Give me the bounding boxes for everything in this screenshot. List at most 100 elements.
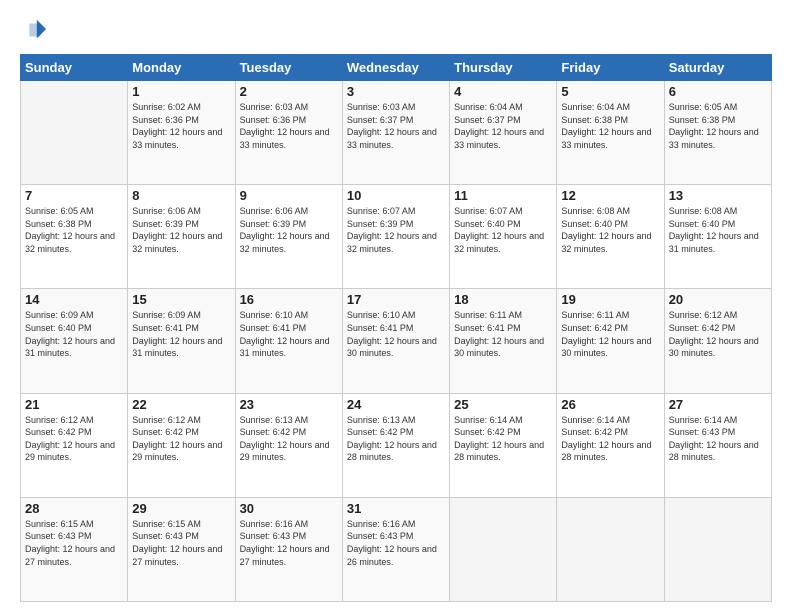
calendar-cell: 21Sunrise: 6:12 AM Sunset: 6:42 PM Dayli… bbox=[21, 393, 128, 497]
weekday-header: Thursday bbox=[450, 55, 557, 81]
day-number: 16 bbox=[240, 292, 338, 307]
calendar-cell: 7 Sunrise: 6:05 AM Sunset: 6:38 PM Daylig… bbox=[21, 185, 128, 289]
page: SundayMondayTuesdayWednesdayThursdayFrid… bbox=[0, 0, 792, 612]
calendar: SundayMondayTuesdayWednesdayThursdayFrid… bbox=[20, 54, 772, 602]
calendar-week-row: 7 Sunrise: 6:05 AM Sunset: 6:38 PM Daylig… bbox=[21, 185, 772, 289]
day-number: 5 bbox=[561, 84, 659, 99]
day-info: Sunrise: 6:14 AM Sunset: 6:43 PM Dayligh… bbox=[669, 414, 767, 464]
calendar-cell bbox=[664, 497, 771, 601]
day-number: 30 bbox=[240, 501, 338, 516]
day-info: Sunrise: 6:14 AM Sunset: 6:42 PM Dayligh… bbox=[454, 414, 552, 464]
day-number: 6 bbox=[669, 84, 767, 99]
day-number: 1 bbox=[132, 84, 230, 99]
day-info: Sunrise: 6:05 AM Sunset: 6:38 PM Dayligh… bbox=[669, 101, 767, 151]
day-info: Sunrise: 6:12 AM Sunset: 6:42 PM Dayligh… bbox=[669, 309, 767, 359]
calendar-cell: 22 Sunrise: 6:12 AM Sunset: 6:42 PM Dayli… bbox=[128, 393, 235, 497]
calendar-cell: 2 Sunrise: 6:03 AM Sunset: 6:36 PM Daylig… bbox=[235, 81, 342, 185]
day-info: Sunrise: 6:03 AM Sunset: 6:37 PM Dayligh… bbox=[347, 101, 445, 151]
calendar-cell: 5 Sunrise: 6:04 AM Sunset: 6:38 PM Daylig… bbox=[557, 81, 664, 185]
calendar-cell: 30 Sunrise: 6:16 AM Sunset: 6:43 PM Dayli… bbox=[235, 497, 342, 601]
day-info: Sunrise: 6:15 AM Sunset: 6:43 PM Dayligh… bbox=[25, 518, 123, 568]
calendar-cell bbox=[450, 497, 557, 601]
day-info: Sunrise: 6:06 AM Sunset: 6:39 PM Dayligh… bbox=[132, 205, 230, 255]
calendar-week-row: 14Sunrise: 6:09 AM Sunset: 6:40 PM Dayli… bbox=[21, 289, 772, 393]
day-number: 15 bbox=[132, 292, 230, 307]
calendar-cell: 17 Sunrise: 6:10 AM Sunset: 6:41 PM Dayli… bbox=[342, 289, 449, 393]
calendar-cell bbox=[21, 81, 128, 185]
calendar-cell: 19 Sunrise: 6:11 AM Sunset: 6:42 PM Dayli… bbox=[557, 289, 664, 393]
day-number: 22 bbox=[132, 397, 230, 412]
calendar-cell: 29Sunrise: 6:15 AM Sunset: 6:43 PM Dayli… bbox=[128, 497, 235, 601]
calendar-cell: 25 Sunrise: 6:14 AM Sunset: 6:42 PM Dayli… bbox=[450, 393, 557, 497]
calendar-week-row: 1 Sunrise: 6:02 AM Sunset: 6:36 PM Daylig… bbox=[21, 81, 772, 185]
day-info: Sunrise: 6:04 AM Sunset: 6:38 PM Dayligh… bbox=[561, 101, 659, 151]
calendar-cell: 1 Sunrise: 6:02 AM Sunset: 6:36 PM Daylig… bbox=[128, 81, 235, 185]
day-info: Sunrise: 6:07 AM Sunset: 6:40 PM Dayligh… bbox=[454, 205, 552, 255]
day-info: Sunrise: 6:08 AM Sunset: 6:40 PM Dayligh… bbox=[669, 205, 767, 255]
calendar-cell: 20 Sunrise: 6:12 AM Sunset: 6:42 PM Dayli… bbox=[664, 289, 771, 393]
day-info: Sunrise: 6:14 AM Sunset: 6:42 PM Dayligh… bbox=[561, 414, 659, 464]
calendar-cell: 23Sunrise: 6:13 AM Sunset: 6:42 PM Dayli… bbox=[235, 393, 342, 497]
day-number: 24 bbox=[347, 397, 445, 412]
calendar-cell: 12Sunrise: 6:08 AM Sunset: 6:40 PM Dayli… bbox=[557, 185, 664, 289]
day-number: 18 bbox=[454, 292, 552, 307]
header bbox=[20, 16, 772, 44]
calendar-cell: 16 Sunrise: 6:10 AM Sunset: 6:41 PM Dayli… bbox=[235, 289, 342, 393]
day-number: 4 bbox=[454, 84, 552, 99]
calendar-cell: 4Sunrise: 6:04 AM Sunset: 6:37 PM Daylig… bbox=[450, 81, 557, 185]
day-info: Sunrise: 6:12 AM Sunset: 6:42 PM Dayligh… bbox=[132, 414, 230, 464]
day-number: 25 bbox=[454, 397, 552, 412]
day-info: Sunrise: 6:13 AM Sunset: 6:42 PM Dayligh… bbox=[347, 414, 445, 464]
day-number: 10 bbox=[347, 188, 445, 203]
calendar-cell: 10 Sunrise: 6:07 AM Sunset: 6:39 PM Dayli… bbox=[342, 185, 449, 289]
calendar-week-row: 21 Sunrise: 6:12 AM Sunset: 6:42 PM Dayli… bbox=[21, 393, 772, 497]
day-number: 8 bbox=[132, 188, 230, 203]
day-number: 28 bbox=[25, 501, 123, 516]
day-info: Sunrise: 6:10 AM Sunset: 6:41 PM Dayligh… bbox=[240, 309, 338, 359]
day-number: 17 bbox=[347, 292, 445, 307]
weekday-header: Wednesday bbox=[342, 55, 449, 81]
day-info: Sunrise: 6:16 AM Sunset: 6:43 PM Dayligh… bbox=[240, 518, 338, 568]
day-number: 19 bbox=[561, 292, 659, 307]
day-info: Sunrise: 6:11 AM Sunset: 6:42 PM Dayligh… bbox=[561, 309, 659, 359]
day-number: 3 bbox=[347, 84, 445, 99]
day-number: 12 bbox=[561, 188, 659, 203]
day-number: 27 bbox=[669, 397, 767, 412]
day-number: 21 bbox=[25, 397, 123, 412]
calendar-cell: 15 Sunrise: 6:09 AM Sunset: 6:41 PM Dayli… bbox=[128, 289, 235, 393]
day-info: Sunrise: 6:11 AM Sunset: 6:41 PM Dayligh… bbox=[454, 309, 552, 359]
day-info: Sunrise: 6:05 AM Sunset: 6:38 PM Dayligh… bbox=[25, 205, 123, 255]
calendar-cell: 28 Sunrise: 6:15 AM Sunset: 6:43 PM Dayli… bbox=[21, 497, 128, 601]
day-number: 29 bbox=[132, 501, 230, 516]
weekday-header: Monday bbox=[128, 55, 235, 81]
day-info: Sunrise: 6:02 AM Sunset: 6:36 PM Dayligh… bbox=[132, 101, 230, 151]
day-info: Sunrise: 6:07 AM Sunset: 6:39 PM Dayligh… bbox=[347, 205, 445, 255]
calendar-cell: 18 Sunrise: 6:11 AM Sunset: 6:41 PM Dayli… bbox=[450, 289, 557, 393]
day-info: Sunrise: 6:03 AM Sunset: 6:36 PM Dayligh… bbox=[240, 101, 338, 151]
day-number: 31 bbox=[347, 501, 445, 516]
weekday-header: Sunday bbox=[21, 55, 128, 81]
day-number: 2 bbox=[240, 84, 338, 99]
calendar-cell: 27 Sunrise: 6:14 AM Sunset: 6:43 PM Dayli… bbox=[664, 393, 771, 497]
weekday-header: Friday bbox=[557, 55, 664, 81]
day-number: 13 bbox=[669, 188, 767, 203]
calendar-header-row: SundayMondayTuesdayWednesdayThursdayFrid… bbox=[21, 55, 772, 81]
weekday-header: Tuesday bbox=[235, 55, 342, 81]
calendar-week-row: 28 Sunrise: 6:15 AM Sunset: 6:43 PM Dayli… bbox=[21, 497, 772, 601]
calendar-cell: 24 Sunrise: 6:13 AM Sunset: 6:42 PM Dayli… bbox=[342, 393, 449, 497]
weekday-header: Saturday bbox=[664, 55, 771, 81]
day-info: Sunrise: 6:06 AM Sunset: 6:39 PM Dayligh… bbox=[240, 205, 338, 255]
logo-icon bbox=[20, 16, 48, 44]
day-info: Sunrise: 6:10 AM Sunset: 6:41 PM Dayligh… bbox=[347, 309, 445, 359]
calendar-cell bbox=[557, 497, 664, 601]
day-info: Sunrise: 6:09 AM Sunset: 6:41 PM Dayligh… bbox=[132, 309, 230, 359]
calendar-cell: 9Sunrise: 6:06 AM Sunset: 6:39 PM Daylig… bbox=[235, 185, 342, 289]
day-number: 20 bbox=[669, 292, 767, 307]
day-number: 11 bbox=[454, 188, 552, 203]
calendar-cell: 11 Sunrise: 6:07 AM Sunset: 6:40 PM Dayli… bbox=[450, 185, 557, 289]
calendar-cell: 6 Sunrise: 6:05 AM Sunset: 6:38 PM Daylig… bbox=[664, 81, 771, 185]
day-info: Sunrise: 6:09 AM Sunset: 6:40 PM Dayligh… bbox=[25, 309, 123, 359]
day-number: 7 bbox=[25, 188, 123, 203]
calendar-cell: 14Sunrise: 6:09 AM Sunset: 6:40 PM Dayli… bbox=[21, 289, 128, 393]
calendar-cell: 26Sunrise: 6:14 AM Sunset: 6:42 PM Dayli… bbox=[557, 393, 664, 497]
